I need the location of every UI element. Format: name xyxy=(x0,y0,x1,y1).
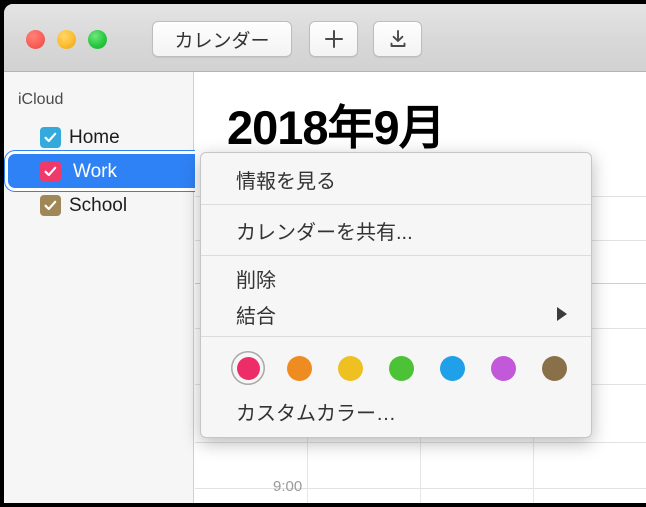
color-swatch-brown[interactable] xyxy=(537,351,571,385)
calendar-context-menu: 情報を見る カレンダーを共有... 削除 結合 カスタムカラー… xyxy=(200,152,592,438)
menu-item-share-calendar[interactable]: カレンダーを共有... xyxy=(201,209,591,251)
zoom-button[interactable] xyxy=(88,30,107,49)
sidebar-item-home[interactable]: Home xyxy=(4,120,194,154)
checkbox-work[interactable] xyxy=(40,160,61,182)
window-toolbar: カレンダー xyxy=(4,4,646,72)
calendar-button-label: カレンダー xyxy=(174,30,270,52)
color-dot xyxy=(541,355,567,381)
chevron-right-icon xyxy=(557,307,567,321)
menu-item-label: カレンダーを共有... xyxy=(236,221,413,244)
calendar-name-school: School xyxy=(69,194,128,216)
menu-item-merge[interactable]: 結合 xyxy=(201,296,591,332)
sidebar-item-school[interactable]: School xyxy=(4,188,194,222)
calendar-button[interactable]: カレンダー xyxy=(152,21,292,57)
color-swatch-purple[interactable] xyxy=(486,351,520,385)
color-swatch-green[interactable] xyxy=(384,351,418,385)
calendar-name-work: Work xyxy=(73,160,117,182)
color-swatch-yellow[interactable] xyxy=(333,351,367,385)
menu-item-label: カスタムカラー… xyxy=(236,402,396,425)
checkmark-icon xyxy=(44,166,57,176)
color-dot xyxy=(286,355,312,381)
calendar-list: Home Work School xyxy=(4,120,204,222)
month-title: 2018年9月 xyxy=(227,101,446,154)
calendar-name-home: Home xyxy=(69,126,120,148)
checkmark-icon xyxy=(44,132,57,142)
sidebar-item-work[interactable]: Work xyxy=(8,154,204,188)
traffic-light-group xyxy=(26,30,107,49)
calendar-sidebar: iCloud Home Work School xyxy=(4,72,204,503)
color-dot xyxy=(490,355,516,381)
menu-item-label: 結合 xyxy=(236,305,276,328)
download-icon xyxy=(390,30,405,47)
checkbox-home[interactable] xyxy=(40,126,61,148)
menu-item-custom-color[interactable]: カスタムカラー… xyxy=(201,393,591,429)
screenshot-root: カレンダー iCloud Home Work School 2018年9月 9:… xyxy=(0,0,646,507)
color-swatch-orange[interactable] xyxy=(282,351,316,385)
color-dot xyxy=(439,355,465,381)
color-swatch-red[interactable] xyxy=(231,351,265,385)
menu-separator xyxy=(201,336,591,337)
menu-item-label: 情報を見る xyxy=(236,170,336,193)
color-dot xyxy=(337,355,363,381)
menu-item-get-info[interactable]: 情報を見る xyxy=(201,158,591,200)
color-dot xyxy=(388,355,414,381)
close-button[interactable] xyxy=(26,30,45,49)
import-calendar-button[interactable] xyxy=(373,21,422,57)
time-label-900: 9:00 xyxy=(273,478,303,495)
checkmark-icon xyxy=(44,200,57,210)
calendar-window: カレンダー iCloud Home Work School 2018年9月 9:… xyxy=(4,4,646,503)
minimize-button[interactable] xyxy=(57,30,76,49)
menu-item-label: 削除 xyxy=(236,269,276,292)
source-header-icloud: iCloud xyxy=(18,91,64,108)
color-swatch-row xyxy=(201,341,591,393)
color-dot xyxy=(236,356,260,380)
plus-icon xyxy=(324,29,344,49)
menu-separator xyxy=(201,255,591,256)
menu-separator xyxy=(201,204,591,205)
menu-item-delete[interactable]: 削除 xyxy=(201,260,591,296)
add-calendar-button[interactable] xyxy=(309,21,358,57)
checkbox-school[interactable] xyxy=(40,194,61,216)
color-swatch-blue[interactable] xyxy=(435,351,469,385)
